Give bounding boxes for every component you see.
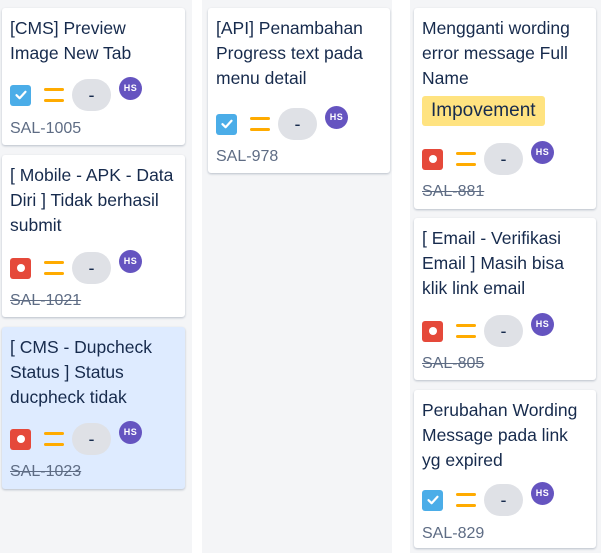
estimate-badge[interactable]: - bbox=[72, 423, 111, 455]
issue-card[interactable]: [API] Penambahan Progress text pada menu… bbox=[208, 8, 390, 173]
priority-medium-icon bbox=[44, 88, 64, 102]
issue-meta: - HS bbox=[216, 104, 348, 144]
issue-title: [API] Penambahan Progress text pada menu… bbox=[216, 18, 363, 88]
checkbox-task-icon bbox=[216, 113, 237, 135]
issue-title: [CMS] Preview Image New Tab bbox=[10, 18, 132, 63]
priority-medium-icon bbox=[44, 432, 64, 446]
issue-title: [ Mobile - APK - Data Diri ] Tidak berha… bbox=[10, 165, 174, 235]
issue-meta: - HS bbox=[422, 139, 554, 179]
assignee-avatar[interactable]: HS bbox=[531, 140, 554, 164]
assignee-avatar[interactable]: HS bbox=[119, 76, 142, 100]
estimate-badge[interactable]: - bbox=[72, 79, 111, 111]
issue-key[interactable]: SAL-978 bbox=[216, 148, 278, 166]
issue-title: [ Email - Verifikasi Email ] Masih bisa … bbox=[422, 228, 564, 298]
issue-key[interactable]: SAL-1005 bbox=[10, 120, 81, 138]
bug-icon bbox=[10, 428, 31, 450]
assignee-avatar[interactable]: HS bbox=[119, 420, 142, 444]
priority-medium-icon bbox=[44, 261, 64, 275]
issue-title: Perubahan Wording Message pada link yg e… bbox=[422, 400, 578, 470]
assignee-avatar[interactable]: HS bbox=[119, 249, 142, 273]
issue-meta: - HS bbox=[10, 419, 142, 459]
priority-medium-icon bbox=[456, 152, 476, 166]
issue-meta: - HS bbox=[422, 311, 554, 351]
issue-key[interactable]: SAL-881 bbox=[422, 183, 484, 201]
priority-medium-icon bbox=[250, 117, 270, 131]
assignee-avatar[interactable]: HS bbox=[531, 312, 554, 336]
assignee-avatar[interactable]: HS bbox=[325, 105, 348, 129]
issue-key[interactable]: SAL-1023 bbox=[10, 463, 81, 481]
issue-card[interactable]: [ Mobile - APK - Data Diri ] Tidak berha… bbox=[2, 155, 185, 317]
issue-card[interactable]: Mengganti wording error message Full Nam… bbox=[414, 8, 596, 209]
issue-title: Mengganti wording error message Full Nam… bbox=[422, 18, 570, 88]
priority-medium-icon bbox=[456, 493, 476, 507]
issue-meta: - HS bbox=[10, 248, 142, 288]
issue-meta: - HS bbox=[10, 75, 142, 115]
issue-meta: - HS bbox=[422, 480, 554, 520]
estimate-badge[interactable]: - bbox=[484, 484, 523, 516]
estimate-badge[interactable]: - bbox=[484, 143, 523, 175]
checkbox-task-icon bbox=[10, 84, 31, 106]
issue-card[interactable]: [ Email - Verifikasi Email ] Masih bisa … bbox=[414, 218, 596, 380]
bug-icon bbox=[422, 148, 443, 170]
checkbox-task-icon bbox=[422, 489, 443, 511]
issue-key[interactable]: SAL-1021 bbox=[10, 292, 81, 310]
assignee-avatar[interactable]: HS bbox=[531, 481, 554, 505]
estimate-badge[interactable]: - bbox=[484, 315, 523, 347]
issue-label[interactable]: Impovement bbox=[422, 96, 545, 126]
issue-title: [ CMS - Dupcheck Status ] Status ducphec… bbox=[10, 337, 152, 407]
issue-card[interactable]: [CMS] Preview Image New Tab - HS SAL-100… bbox=[2, 8, 185, 145]
estimate-badge[interactable]: - bbox=[72, 252, 111, 284]
issue-key[interactable]: SAL-805 bbox=[422, 355, 484, 373]
issue-key[interactable]: SAL-829 bbox=[422, 525, 484, 543]
priority-medium-icon bbox=[456, 324, 476, 338]
bug-icon bbox=[422, 320, 443, 342]
issue-card[interactable]: [ CMS - Dupcheck Status ] Status ducphec… bbox=[2, 327, 185, 489]
estimate-badge[interactable]: - bbox=[278, 108, 317, 140]
bug-icon bbox=[10, 257, 31, 279]
issue-card[interactable]: Perubahan Wording Message pada link yg e… bbox=[414, 390, 596, 548]
